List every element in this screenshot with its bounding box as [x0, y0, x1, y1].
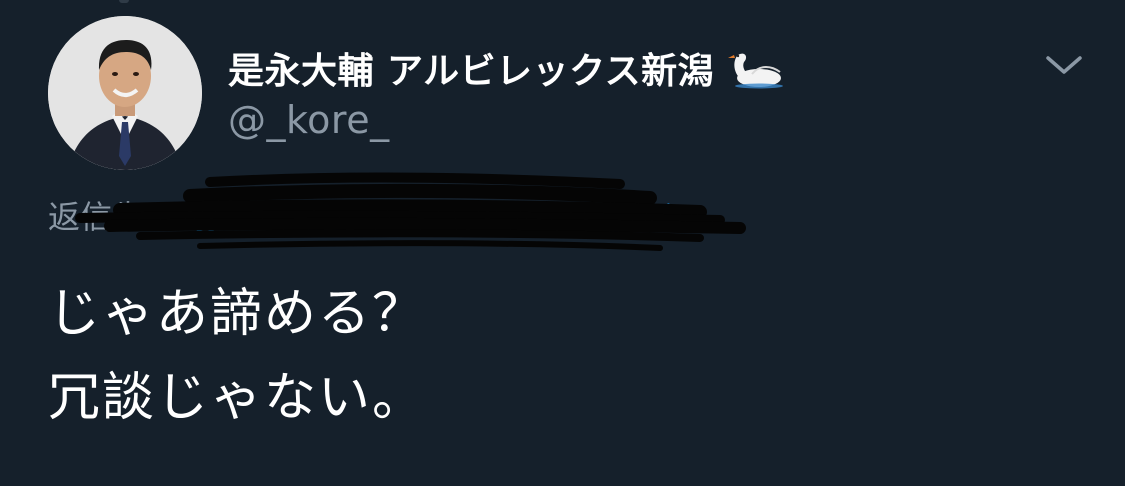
author-name-row[interactable]: 是永大輔 アルビレックス新潟: [228, 42, 784, 94]
tweet-text: じゃあ諦める？ 冗談じゃない。: [48, 272, 426, 440]
chevron-down-icon[interactable]: [1044, 50, 1084, 80]
display-name[interactable]: 是永大輔 アルビレックス新潟: [228, 42, 714, 94]
reply-handle-link[interactable]: @: [189, 198, 221, 236]
tweet-text-line: じゃあ諦める？: [48, 284, 427, 344]
swan-icon: [726, 46, 784, 90]
author-handle[interactable]: @_kore_: [228, 98, 390, 142]
avatar[interactable]: [48, 16, 202, 170]
tweet-text-line: 冗談じゃない。: [48, 368, 427, 428]
reply-context: 返信先: @ さん: [48, 192, 685, 242]
reply-label: 返信先:: [48, 198, 155, 236]
tweet: 是永大輔 アルビレックス新潟 @_kore_ 返信先: @ さん じゃあ諦める？…: [0, 0, 1125, 486]
reply-handle-suffix: さん: [621, 198, 686, 236]
avatar-photo: [48, 16, 202, 170]
